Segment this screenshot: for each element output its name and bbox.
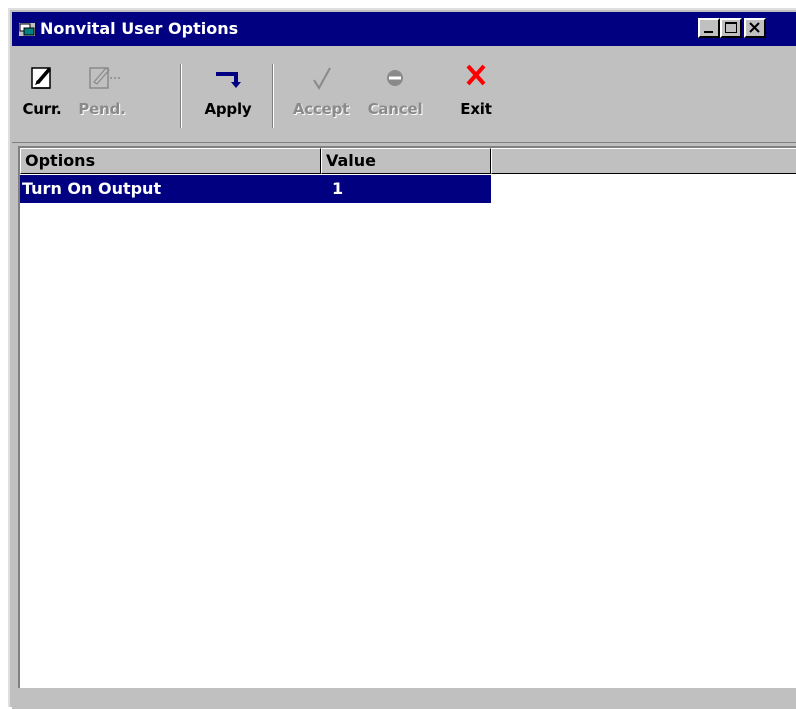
curr-button[interactable]: Curr. bbox=[20, 58, 64, 136]
accept-button[interactable]: Accept bbox=[288, 58, 354, 136]
curr-label: Curr. bbox=[22, 100, 62, 118]
exit-label: Exit bbox=[460, 100, 492, 118]
apply-label: Apply bbox=[204, 100, 252, 118]
apply-arrow-icon bbox=[216, 72, 241, 88]
option-value: 1 bbox=[332, 179, 344, 198]
maximize-icon bbox=[725, 22, 737, 33]
toolbar-separator bbox=[272, 64, 274, 128]
cancel-label: Cancel bbox=[367, 100, 423, 118]
list-row-selected[interactable]: Turn On Output 1 bbox=[20, 175, 491, 203]
window-title: Nonvital User Options bbox=[40, 19, 239, 38]
exit-x-icon bbox=[466, 64, 486, 86]
status-bar bbox=[12, 691, 796, 709]
maximize-button[interactable] bbox=[720, 18, 742, 38]
minimize-button[interactable] bbox=[698, 18, 720, 38]
apply-button[interactable]: Apply bbox=[196, 58, 260, 136]
pend-button[interactable]: Pend. bbox=[76, 58, 128, 136]
column-header-filler bbox=[491, 148, 796, 174]
close-icon bbox=[749, 22, 760, 33]
exit-button[interactable]: Exit bbox=[454, 58, 498, 136]
pend-label: Pend. bbox=[78, 100, 126, 118]
options-window: Nonvital User Options Curr. Pend. Apply … bbox=[8, 8, 796, 709]
app-icon bbox=[19, 23, 35, 36]
option-name: Turn On Output bbox=[22, 179, 162, 198]
edit-pending-icon bbox=[89, 67, 120, 89]
toolbar-separator bbox=[180, 64, 182, 128]
minimize-icon bbox=[704, 31, 713, 33]
edit-current-icon bbox=[31, 67, 51, 89]
column-header-value[interactable]: Value bbox=[321, 148, 491, 174]
options-list[interactable]: Options Value Turn On Output 1 bbox=[18, 146, 796, 688]
close-button[interactable] bbox=[744, 18, 766, 38]
accept-label: Accept bbox=[292, 100, 350, 118]
title-bar[interactable]: Nonvital User Options bbox=[12, 12, 796, 46]
cancel-icon bbox=[387, 70, 403, 86]
column-header-options[interactable]: Options bbox=[20, 148, 321, 174]
toolbar: Curr. Pend. Apply Accept Cancel Exit bbox=[12, 50, 796, 143]
cancel-button[interactable]: Cancel bbox=[362, 58, 428, 136]
checkmark-icon bbox=[313, 67, 331, 90]
